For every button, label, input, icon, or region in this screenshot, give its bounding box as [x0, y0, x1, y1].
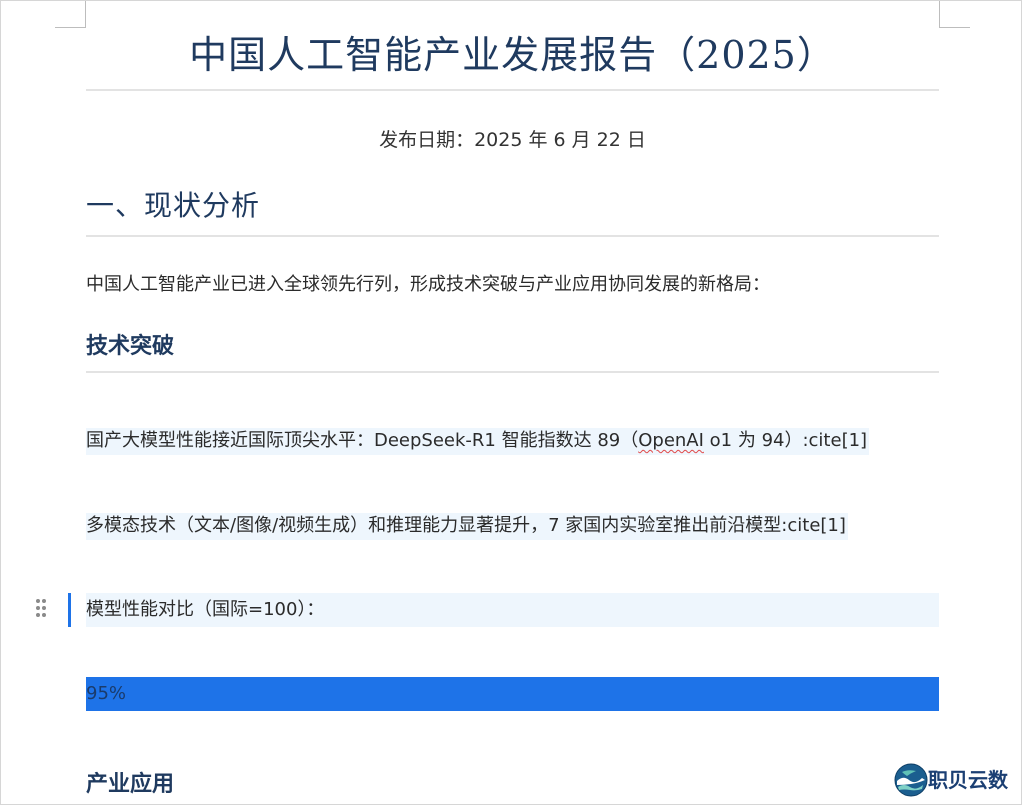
- publish-date[interactable]: 发布日期：2025 年 6 月 22 日: [86, 127, 939, 153]
- item1-text-suffix: o1 为 94）:cite[1]: [703, 430, 868, 451]
- section-divider: [86, 235, 939, 237]
- subsection-heading-tech[interactable]: 技术突破: [86, 331, 174, 361]
- brand-name: 职贝云数: [928, 768, 1008, 792]
- item1-text-prefix: 国产大模型性能接近国际顶尖水平：DeepSeek-R1 智能指数达 89（: [86, 430, 639, 451]
- drag-handle-icon[interactable]: [34, 599, 48, 619]
- subsection-divider: [86, 371, 939, 373]
- spellcheck-underlined-word[interactable]: OpenAI: [638, 430, 704, 451]
- page-corner-mark-left: [55, 1, 86, 28]
- page-corner-mark-right: [939, 1, 970, 28]
- item2-text: 多模态技术（文本/图像/视频生成）和推理能力显著提升，7 家国内实验室推出前沿模…: [86, 513, 848, 540]
- section-heading-status[interactable]: 一、现状分析: [86, 187, 260, 225]
- performance-bar[interactable]: 95%: [86, 677, 939, 711]
- brand-watermark: 职贝云数: [894, 761, 1021, 801]
- subsection-heading-industry[interactable]: 产业应用: [86, 769, 174, 799]
- performance-bar-fill: [86, 677, 939, 711]
- block-selection-indicator: [68, 593, 71, 627]
- zhibei-wave-logo-icon: [894, 763, 928, 797]
- document-title[interactable]: 中国人工智能产业发展报告（2025）: [86, 29, 939, 81]
- document-page: 中国人工智能产业发展报告（2025） 发布日期：2025 年 6 月 22 日 …: [0, 0, 1022, 805]
- selected-block-comparison[interactable]: 模型性能对比（国际=100）：: [68, 593, 939, 627]
- list-item-model-performance[interactable]: 国产大模型性能接近国际顶尖水平：DeepSeek-R1 智能指数达 89（Ope…: [86, 427, 870, 455]
- performance-bar-label: 95%: [86, 683, 127, 704]
- list-item-multimodal[interactable]: 多模态技术（文本/图像/视频生成）和推理能力显著提升，7 家国内实验室推出前沿模…: [86, 512, 848, 540]
- comparison-label: 模型性能对比（国际=100）：: [86, 599, 325, 620]
- section-intro-paragraph[interactable]: 中国人工智能产业已进入全球领先行列，形成技术突破与产业应用协同发展的新格局：: [86, 271, 770, 299]
- title-divider: [86, 89, 939, 91]
